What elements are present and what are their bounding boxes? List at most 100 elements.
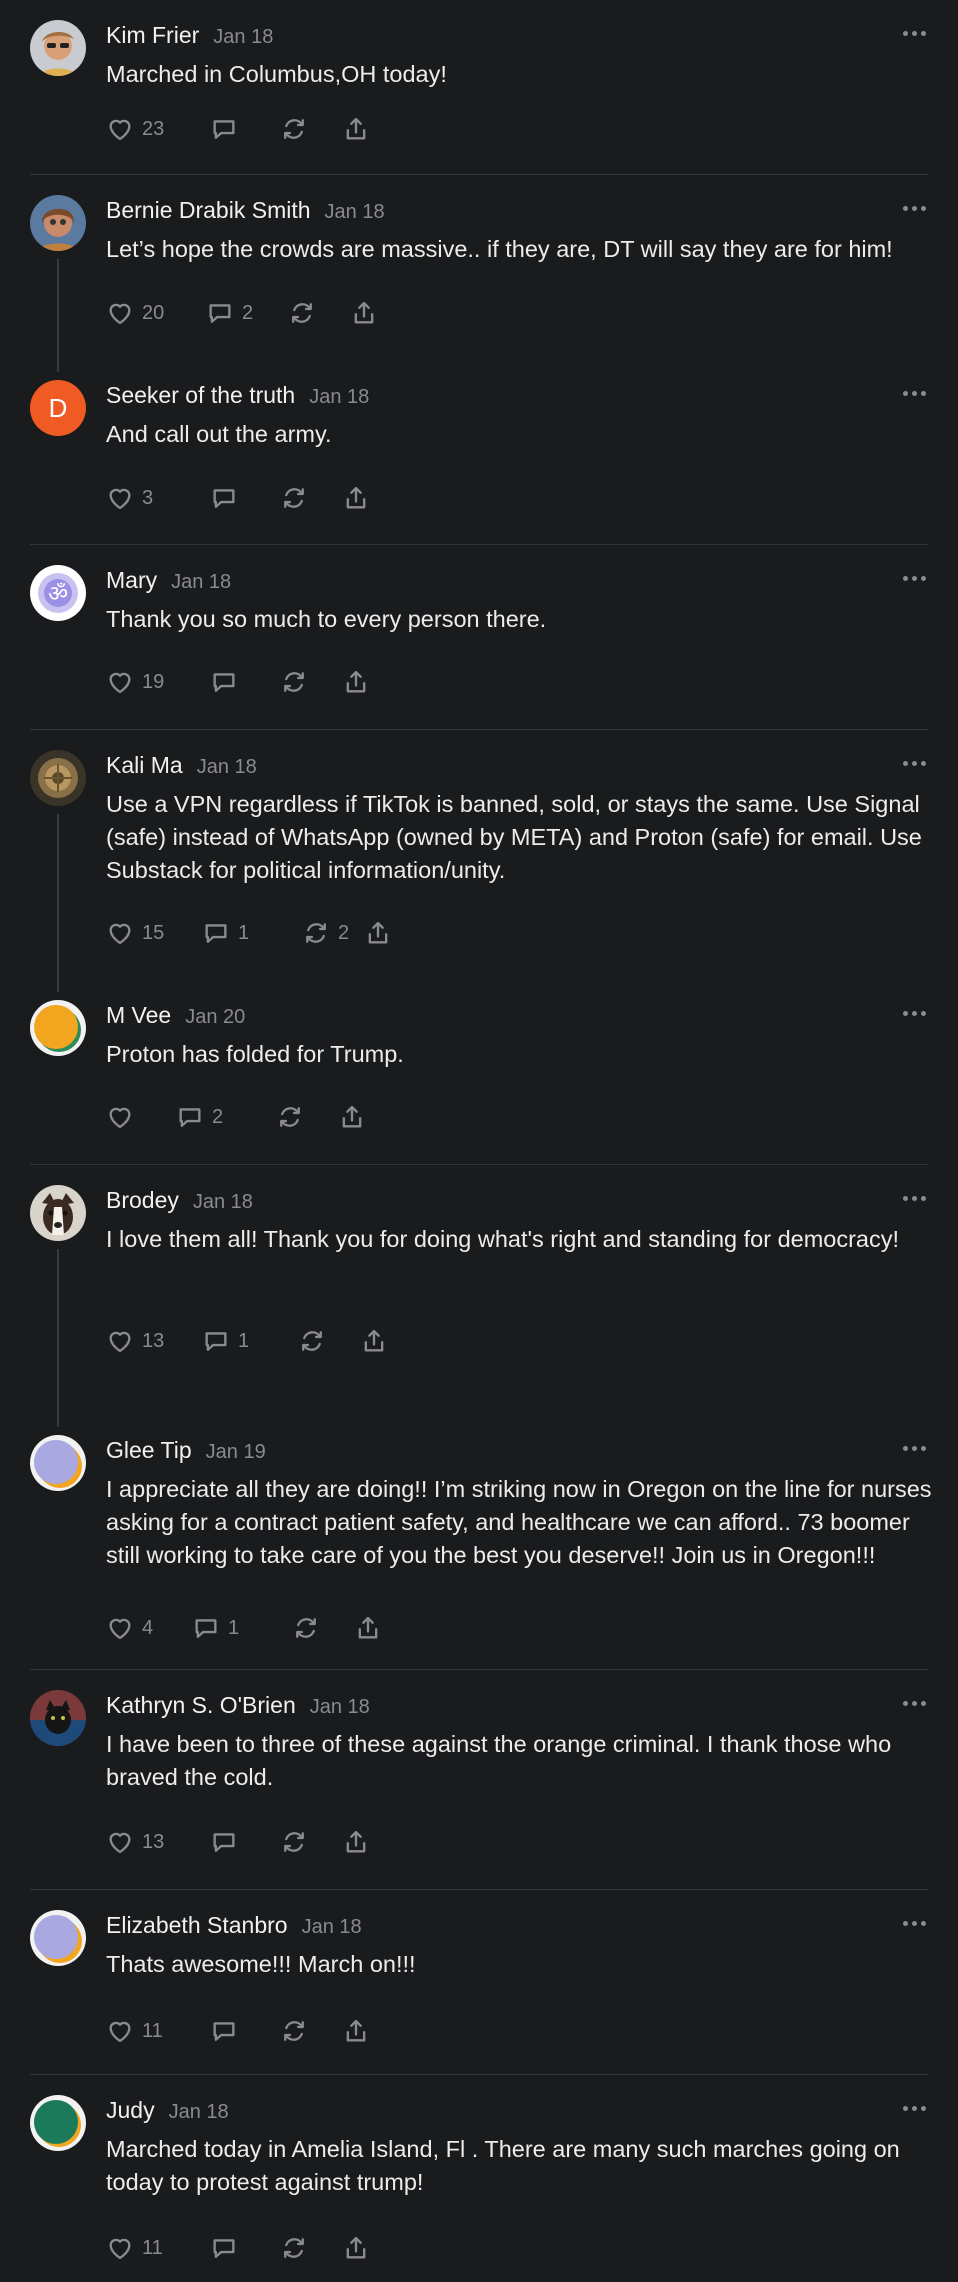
share-button[interactable] — [342, 668, 370, 696]
comment-actions: 11 — [106, 2232, 370, 2264]
restack-button[interactable] — [298, 1327, 360, 1355]
restack-button[interactable]: 2 — [302, 919, 364, 947]
reply-count: 1 — [238, 921, 250, 944]
author-name[interactable]: M Vee — [106, 1002, 171, 1029]
more-icon[interactable] — [900, 1441, 928, 1455]
reply-button[interactable] — [210, 668, 280, 696]
restack-icon — [280, 2017, 308, 2045]
reply-button[interactable] — [210, 2234, 280, 2262]
more-icon[interactable] — [900, 2101, 928, 2115]
like-button[interactable]: 19 — [106, 668, 210, 696]
comment-header: Bernie Drabik Smith Jan 18 — [106, 197, 385, 229]
more-icon[interactable] — [900, 756, 928, 770]
reply-button[interactable] — [210, 2017, 280, 2045]
restack-button[interactable] — [280, 484, 342, 512]
author-name[interactable]: Kathryn S. O'Brien — [106, 1692, 296, 1719]
reply-button[interactable]: 2 — [176, 1103, 276, 1131]
comment-date[interactable]: Jan 18 — [302, 1916, 362, 1939]
restack-button[interactable] — [292, 1614, 354, 1642]
author-name[interactable]: Kim Frier — [106, 22, 199, 49]
restack-button[interactable] — [280, 668, 342, 696]
avatar[interactable]: D — [30, 380, 86, 436]
share-button[interactable] — [350, 299, 378, 327]
comment-date[interactable]: Jan 18 — [197, 756, 257, 779]
share-icon — [360, 1327, 388, 1355]
share-button[interactable] — [342, 484, 370, 512]
comment-date[interactable]: Jan 18 — [309, 386, 369, 409]
share-button[interactable] — [342, 2017, 370, 2045]
reply-button[interactable]: 1 — [202, 919, 302, 947]
like-button[interactable]: 23 — [106, 115, 210, 143]
more-icon[interactable] — [900, 571, 928, 585]
reply-button[interactable]: 2 — [206, 299, 288, 327]
comment: Bernie Drabik Smith Jan 18 Let’s hope the … — [0, 175, 958, 372]
comment: M Vee Jan 20 Proton has folded for Trump. 2 — [0, 980, 958, 1165]
author-name[interactable]: Seeker of the truth — [106, 382, 295, 409]
reply-button[interactable]: 1 — [202, 1327, 298, 1355]
share-icon — [342, 2234, 370, 2262]
like-button[interactable] — [106, 1103, 176, 1131]
like-button[interactable]: 13 — [106, 1828, 210, 1856]
comment-date[interactable]: Jan 18 — [169, 2101, 229, 2124]
thread-line — [57, 814, 59, 992]
reply-button[interactable] — [210, 115, 280, 143]
comment-date[interactable]: Jan 18 — [325, 201, 385, 224]
reply-button[interactable] — [210, 484, 280, 512]
share-button[interactable] — [364, 919, 392, 947]
more-icon[interactable] — [900, 386, 928, 400]
comment-date[interactable]: Jan 18 — [171, 571, 231, 594]
author-name[interactable]: Kali Ma — [106, 752, 183, 779]
like-button[interactable]: 4 — [106, 1614, 192, 1642]
more-icon[interactable] — [900, 1006, 928, 1020]
author-name[interactable]: Bernie Drabik Smith — [106, 197, 311, 224]
avatar[interactable] — [30, 1000, 86, 1056]
author-name[interactable]: Elizabeth Stanbro — [106, 1912, 288, 1939]
share-button[interactable] — [342, 2234, 370, 2262]
avatar[interactable] — [30, 750, 86, 806]
avatar[interactable] — [30, 1185, 86, 1241]
share-button[interactable] — [360, 1327, 388, 1355]
restack-button[interactable] — [288, 299, 350, 327]
author-name[interactable]: Brodey — [106, 1187, 179, 1214]
comment-date[interactable]: Jan 19 — [206, 1441, 266, 1464]
like-button[interactable]: 15 — [106, 919, 202, 947]
more-icon[interactable] — [900, 1191, 928, 1205]
comment-date[interactable]: Jan 18 — [213, 26, 273, 49]
restack-button[interactable] — [280, 1828, 342, 1856]
more-icon[interactable] — [900, 26, 928, 40]
like-button[interactable]: 11 — [106, 2017, 210, 2045]
reply-button[interactable] — [210, 1828, 280, 1856]
avatar[interactable] — [30, 1910, 86, 1966]
restack-button[interactable] — [280, 2234, 342, 2262]
comment-date[interactable]: Jan 18 — [193, 1191, 253, 1214]
avatar[interactable] — [30, 2095, 86, 2151]
share-button[interactable] — [354, 1614, 382, 1642]
comment-text: Marched in Columbus,OH today! — [106, 61, 447, 87]
reply-button[interactable]: 1 — [192, 1614, 292, 1642]
avatar[interactable]: ॐ — [30, 565, 86, 621]
author-name[interactable]: Judy — [106, 2097, 155, 2124]
avatar[interactable] — [30, 195, 86, 251]
share-button[interactable] — [338, 1103, 366, 1131]
comment-date[interactable]: Jan 18 — [310, 1696, 370, 1719]
more-icon[interactable] — [900, 1696, 928, 1710]
restack-button[interactable] — [280, 115, 342, 143]
share-button[interactable] — [342, 1828, 370, 1856]
comment: Kathryn S. O'Brien Jan 18 I have been to t… — [0, 1670, 958, 1890]
like-button[interactable]: 11 — [106, 2234, 210, 2262]
avatar[interactable] — [30, 1690, 86, 1746]
share-button[interactable] — [342, 115, 370, 143]
author-name[interactable]: Mary — [106, 567, 157, 594]
author-name[interactable]: Glee Tip — [106, 1437, 192, 1464]
like-button[interactable]: 3 — [106, 484, 210, 512]
comment-date[interactable]: Jan 20 — [185, 1006, 245, 1029]
like-button[interactable]: 13 — [106, 1327, 202, 1355]
restack-button[interactable] — [276, 1103, 338, 1131]
more-icon[interactable] — [900, 201, 928, 215]
like-button[interactable]: 20 — [106, 299, 206, 327]
comment: D Seeker of the truth Jan 18 And call out t… — [0, 360, 958, 545]
avatar[interactable] — [30, 20, 86, 76]
more-icon[interactable] — [900, 1916, 928, 1930]
avatar[interactable] — [30, 1435, 86, 1491]
restack-button[interactable] — [280, 2017, 342, 2045]
